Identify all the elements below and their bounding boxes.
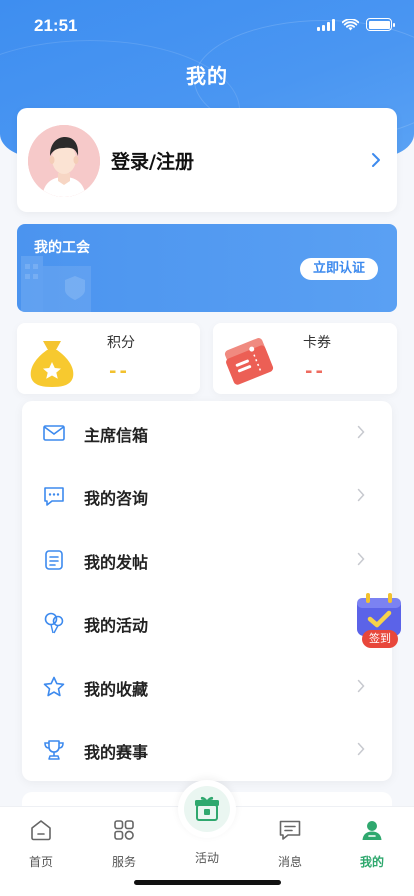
message-icon [279, 820, 301, 840]
tab-label: 消息 [277, 855, 302, 869]
menu-item-my-posts[interactable]: 我的发帖 [22, 528, 392, 591]
grid-icon [114, 820, 134, 840]
activity-center-button[interactable] [178, 780, 236, 838]
ticket-icon [224, 338, 274, 385]
balloon-icon [44, 612, 64, 634]
avatar[interactable] [28, 125, 100, 197]
status-icons [317, 18, 395, 31]
chevron-right-icon [357, 552, 365, 566]
chevron-right-icon [357, 488, 365, 502]
default-avatar-icon [28, 125, 100, 197]
menu-list: 主席信箱 我的咨询 我的发帖 我的活动 我的收藏 我的赛事 [22, 401, 392, 781]
tab-label: 首页 [28, 855, 53, 869]
tab-mine[interactable]: 我的 [342, 817, 402, 870]
wifi-icon [342, 18, 359, 30]
points-value: -- [109, 361, 130, 382]
menu-item-label: 主席信箱 [84, 426, 149, 445]
menu-item-my-competitions[interactable]: 我的赛事 [22, 718, 392, 781]
status-time: 21:51 [34, 16, 78, 35]
tab-label: 活动 [194, 851, 219, 865]
cellular-signal-icon [317, 18, 335, 31]
profile-card[interactable]: 登录/注册 [17, 108, 397, 212]
gift-icon [195, 796, 219, 821]
menu-item-my-favorites[interactable]: 我的收藏 [22, 655, 392, 718]
union-title: 我的工会 [34, 240, 90, 256]
trophy-icon [44, 740, 64, 760]
points-label: 积分 [107, 335, 135, 351]
menu-item-label: 我的咨询 [84, 489, 149, 508]
menu-item-label: 我的赛事 [84, 743, 149, 762]
chevron-right-icon [357, 742, 365, 756]
sign-in-label: 签到 [362, 630, 398, 648]
coupons-label: 卡券 [303, 335, 331, 351]
login-register-link[interactable]: 登录/注册 [111, 147, 194, 174]
tab-activities[interactable]: 活动 [177, 835, 237, 866]
chevron-right-icon[interactable] [371, 152, 381, 168]
money-bag-icon [30, 341, 74, 387]
menu-item-my-consultations[interactable]: 我的咨询 [22, 464, 392, 527]
chevron-right-icon [357, 425, 365, 439]
chevron-right-icon [357, 679, 365, 693]
status-bar: 21:51 [0, 0, 414, 52]
menu-item-label: 我的活动 [84, 616, 149, 635]
menu-item-president-mailbox[interactable]: 主席信箱 [22, 401, 392, 464]
tab-messages[interactable]: 消息 [260, 817, 320, 870]
verify-now-button[interactable]: 立即认证 [299, 258, 378, 280]
star-icon [43, 676, 65, 697]
home-indicator [134, 880, 281, 885]
tab-label: 我的 [359, 855, 384, 869]
battery-icon [366, 18, 395, 31]
coupons-value: -- [305, 361, 326, 382]
home-icon [31, 820, 51, 841]
document-icon [45, 550, 63, 570]
menu-item-label: 我的收藏 [84, 680, 149, 699]
tab-services[interactable]: 服务 [94, 817, 154, 870]
menu-item-label: 我的发帖 [84, 553, 149, 572]
tab-label: 服务 [111, 855, 136, 869]
points-card[interactable]: 积分 -- [17, 323, 200, 394]
tab-home[interactable]: 首页 [11, 817, 71, 870]
mail-icon [43, 425, 65, 441]
coupons-card[interactable]: 卡券 -- [213, 323, 397, 394]
chat-icon [44, 487, 64, 506]
union-banner[interactable]: 我的工会 立即认证 [17, 224, 397, 312]
page-title: 我的 [186, 64, 228, 88]
person-icon [362, 821, 382, 840]
sign-in-float-button[interactable]: 签到 [354, 592, 404, 648]
menu-item-my-activities[interactable]: 我的活动 [22, 591, 392, 654]
